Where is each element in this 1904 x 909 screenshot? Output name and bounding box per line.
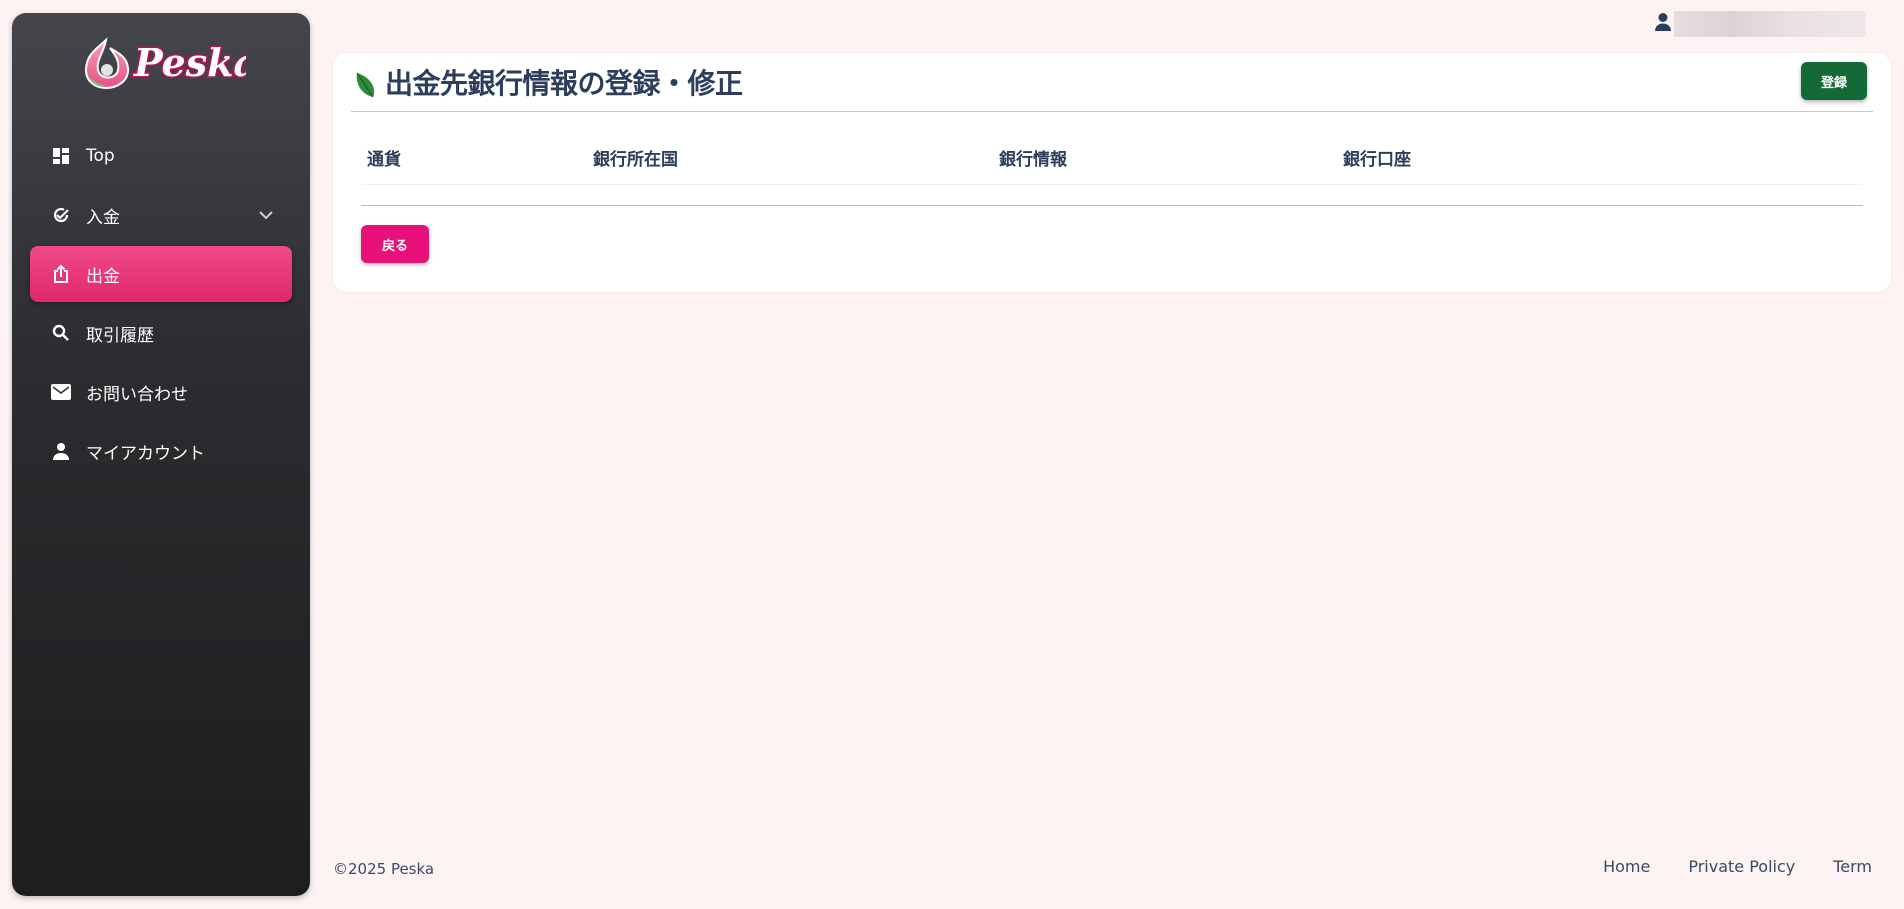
bank-table-header: 通貨 銀行所在国 銀行情報 銀行口座 — [361, 135, 1863, 185]
footer-link-home[interactable]: Home — [1603, 857, 1650, 876]
column-header-currency: 通貨 — [367, 150, 401, 170]
chevron-down-icon[interactable] — [258, 207, 274, 223]
copyright-text: ©2025 Peska — [333, 860, 435, 878]
footer-links: Home Private Policy Term — [1603, 857, 1872, 876]
mail-icon — [50, 381, 72, 403]
sidebar-item-deposit[interactable]: 入金 — [30, 187, 292, 243]
column-header-bank-country: 銀行所在国 — [593, 150, 678, 170]
column-header-bank-info: 銀行情報 — [999, 150, 1067, 170]
bank-info-card: 出金先銀行情報の登録・修正 登録 通貨 銀行所在国 銀行情報 銀行口座 戻る — [333, 53, 1891, 292]
sidebar-item-label: 出金 — [86, 266, 120, 287]
back-button[interactable]: 戻る — [361, 225, 429, 263]
person-icon — [50, 440, 72, 462]
sidebar-item-withdraw[interactable]: 出金 — [30, 246, 292, 302]
table-divider — [361, 205, 1863, 206]
sidebar-item-my-account[interactable]: マイアカウント — [30, 423, 292, 479]
sidebar-item-label: Top — [86, 146, 115, 166]
leaf-icon — [353, 71, 377, 99]
sidebar: Peska Top 入金 出金 取引履歴 お問い合わせ マイアカウント — [12, 13, 310, 896]
sidebar-item-history[interactable]: 取引履歴 — [30, 305, 292, 361]
search-icon — [50, 322, 72, 344]
sidebar-nav: Top 入金 出金 取引履歴 お問い合わせ マイアカウント — [30, 128, 292, 482]
user-name — [1674, 11, 1866, 37]
upload-icon — [50, 263, 72, 285]
dashboard-icon — [50, 145, 72, 167]
sidebar-item-label: お問い合わせ — [86, 384, 188, 405]
deposit-check-icon — [50, 204, 72, 226]
register-button[interactable]: 登録 — [1801, 62, 1867, 100]
sidebar-item-label: マイアカウント — [86, 443, 205, 464]
page-title: 出金先銀行情報の登録・修正 — [385, 67, 743, 100]
footer-link-private-policy[interactable]: Private Policy — [1688, 857, 1795, 876]
card-header: 出金先銀行情報の登録・修正 — [351, 53, 1873, 112]
person-icon — [1654, 12, 1672, 36]
user-menu[interactable] — [1654, 11, 1866, 37]
sidebar-item-label: 取引履歴 — [86, 325, 154, 346]
sidebar-item-contact[interactable]: お問い合わせ — [30, 364, 292, 420]
sidebar-item-top[interactable]: Top — [30, 128, 292, 184]
column-header-bank-account: 銀行口座 — [1343, 150, 1411, 170]
peska-logo[interactable]: Peska — [12, 27, 310, 97]
footer-link-term[interactable]: Term — [1833, 857, 1872, 876]
sidebar-item-label: 入金 — [86, 207, 120, 228]
svg-text:Peska: Peska — [133, 40, 246, 85]
